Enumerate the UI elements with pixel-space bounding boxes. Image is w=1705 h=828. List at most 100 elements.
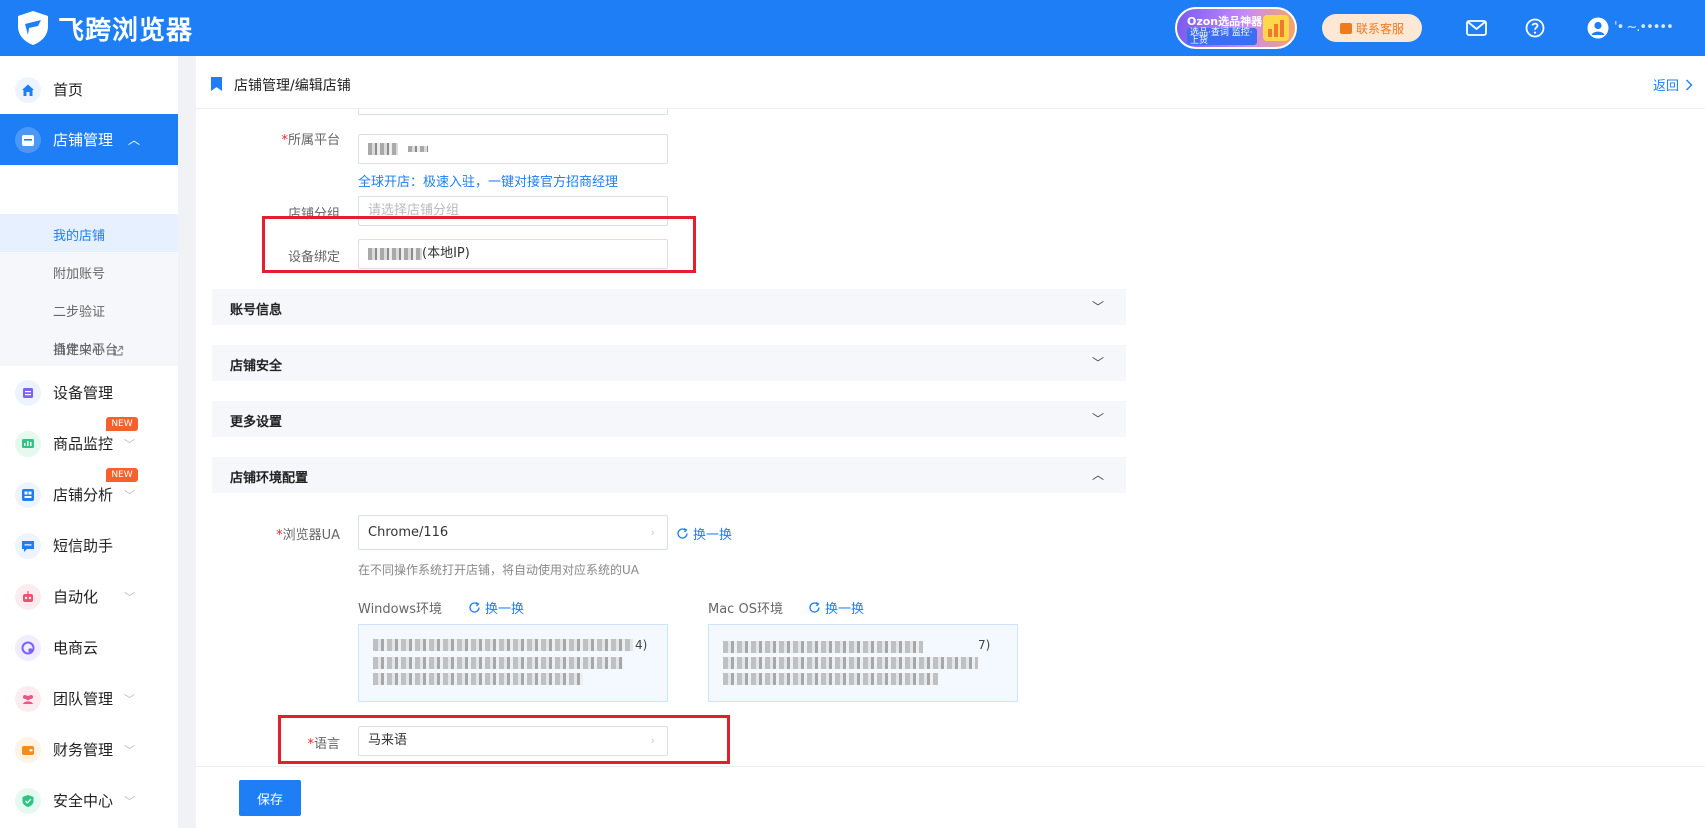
form-footer: 保存: [196, 766, 1705, 828]
windows-env-label: Windows环境: [358, 602, 443, 617]
back-label: 返回: [1652, 79, 1679, 94]
section-store-environment[interactable]: 店铺环境配置 ︿: [212, 457, 1126, 493]
device-icon: [15, 379, 41, 406]
user-name[interactable]: '• ~.•••••: [1614, 20, 1674, 35]
windows-ua-line: [373, 657, 623, 669]
sidebar-item-security-center[interactable]: 安全中心 ﹀: [0, 775, 178, 826]
browser-ua-select[interactable]: Chrome/116 ›: [358, 515, 668, 550]
section-title: 更多设置: [230, 415, 283, 430]
ozon-promo-banner[interactable]: Ozon选品神器 选品·查词 监控·上货: [1175, 7, 1297, 49]
section-title: 店铺环境配置: [230, 471, 309, 486]
chevron-down-icon: ﹀: [124, 743, 135, 757]
contact-service-button[interactable]: 联系客服: [1322, 14, 1422, 42]
swap-label: 换一换: [825, 602, 865, 617]
mac-ua-textbox[interactable]: 7): [708, 624, 1018, 702]
submenu-item-extra-accounts[interactable]: 附加账号: [53, 263, 105, 282]
robot-icon: [15, 583, 41, 610]
refresh-icon: [809, 601, 820, 613]
home-icon: [15, 76, 41, 103]
save-button[interactable]: 保存: [239, 780, 301, 816]
sidebar-item-finance-management[interactable]: 财务管理 ﹀: [0, 724, 178, 775]
chevron-down-icon: ﹀: [1091, 412, 1104, 426]
chevron-right-icon: [1686, 79, 1693, 90]
back-button[interactable]: 返回: [1653, 75, 1693, 94]
sidebar-item-label: 团队管理: [53, 690, 114, 708]
chevron-down-icon: ﹀: [1091, 356, 1104, 370]
platform-label: *所属平台: [281, 133, 340, 148]
main-content: 店铺管理/编辑店铺 返回 *所属平台 全球开店：极速入驻，一键对接官方招商经理 …: [196, 56, 1705, 828]
app-name: 飞跨浏览器: [58, 15, 194, 46]
language-value: 马来语: [368, 733, 408, 748]
browser-ua-value: Chrome/116: [368, 525, 449, 540]
windows-ua-line: [373, 673, 583, 685]
mac-ua-line: [723, 673, 938, 685]
sidebar-item-label: 自动化: [53, 588, 99, 606]
contact-service-label: 联系客服: [1355, 21, 1404, 36]
device-ip-redacted: [368, 247, 422, 260]
global-store-link[interactable]: 全球开店：极速入驻，一键对接官方招商经理: [358, 171, 618, 190]
sidebar-item-label: 设备管理: [53, 384, 114, 402]
sidebar-item-team-management[interactable]: 团队管理 ﹀: [0, 673, 178, 724]
sidebar-item-store-analysis[interactable]: 店铺分析 ﹀ NEW: [0, 468, 178, 520]
shield-logo-icon: [18, 11, 48, 45]
platform-value-redacted: [368, 142, 398, 155]
store-icon: [15, 126, 41, 153]
team-icon: [15, 685, 41, 712]
mail-icon[interactable]: [1466, 20, 1487, 36]
sidebar-item-automation[interactable]: 自动化 ﹀: [0, 571, 178, 622]
sidebar: 首页 店铺管理 ︿ 我的店铺 附加账号 二步验证 插件中心 自定义平台 设备管理…: [0, 56, 178, 828]
device-binding-select[interactable]: (本地IP): [358, 239, 668, 269]
device-ip-suffix: (本地IP): [422, 246, 470, 261]
sidebar-item-store-management[interactable]: 店铺管理 ︿: [0, 114, 178, 165]
sidebar-item-home[interactable]: 首页: [0, 64, 178, 115]
swap-ua-button[interactable]: 换一换: [676, 524, 732, 543]
language-select[interactable]: 马来语 ›: [358, 726, 668, 756]
shield-icon: [15, 787, 41, 814]
promo-tags: 选品·查词 监控·上货: [1187, 28, 1257, 46]
mac-ua-line: [723, 657, 978, 669]
chevron-right-icon: ›: [650, 526, 655, 539]
sidebar-item-sms-assistant[interactable]: 短信助手: [0, 520, 178, 571]
help-icon[interactable]: [1525, 18, 1545, 38]
section-more-settings[interactable]: 更多设置 ﹀: [212, 401, 1126, 437]
wallet-icon: [15, 736, 41, 763]
bar-chart-icon: [1263, 15, 1289, 41]
section-title: 账号信息: [230, 303, 283, 318]
app-logo[interactable]: 飞跨浏览器: [16, 10, 193, 46]
top-header: 飞跨浏览器 Ozon选品神器 选品·查词 监控·上货 联系客服 '• ~.•••…: [0, 0, 1705, 56]
section-account-info[interactable]: 账号信息 ﹀: [212, 289, 1126, 325]
sidebar-item-product-monitor[interactable]: 商品监控 ﹀ NEW: [0, 417, 178, 469]
chevron-up-icon: ︿: [128, 133, 141, 147]
chevron-down-icon: ﹀: [124, 692, 135, 706]
chevron-down-icon: ﹀: [124, 437, 135, 451]
platform-select[interactable]: [358, 134, 668, 164]
language-label: *语言: [307, 737, 340, 752]
mac-env-label: Mac OS环境: [708, 602, 783, 617]
sms-icon: [15, 532, 41, 559]
submenu-item-two-step[interactable]: 二步验证: [53, 301, 105, 320]
sidebar-item-label: 首页: [53, 81, 84, 99]
sidebar-item-label: 店铺管理: [53, 131, 114, 149]
sidebar-item-label: 店铺分析: [53, 486, 114, 504]
section-store-security[interactable]: 店铺安全 ﹀: [212, 345, 1126, 381]
chevron-down-icon: ﹀: [124, 794, 135, 808]
sidebar-item-label: 安全中心: [53, 792, 114, 810]
chevron-down-icon: ﹀: [124, 590, 135, 604]
swap-windows-ua-button[interactable]: 换一换: [468, 598, 524, 617]
mac-ua-line: [723, 641, 923, 653]
submenu-item-my-stores[interactable]: 我的店铺: [53, 225, 105, 244]
sidebar-item-device-management[interactable]: 设备管理: [0, 367, 178, 418]
refresh-icon: [677, 527, 688, 539]
user-avatar-icon[interactable]: [1587, 17, 1609, 39]
submenu-item-custom-platform[interactable]: 自定义平台: [53, 339, 118, 358]
promo-title: Ozon选品神器: [1187, 15, 1263, 28]
device-label: 设备绑定: [287, 250, 340, 265]
swap-mac-ua-button[interactable]: 换一换: [808, 598, 864, 617]
monitor-icon: [15, 430, 41, 457]
sidebar-item-ecommerce-cloud[interactable]: 电商云: [0, 622, 178, 673]
sidebar-item-label: 电商云: [53, 639, 99, 657]
chevron-down-icon: ﹀: [1091, 300, 1104, 314]
platform-value-redacted: [408, 145, 429, 152]
breadcrumb: 店铺管理/编辑店铺: [234, 78, 351, 94]
windows-ua-textbox[interactable]: 4): [358, 624, 668, 702]
